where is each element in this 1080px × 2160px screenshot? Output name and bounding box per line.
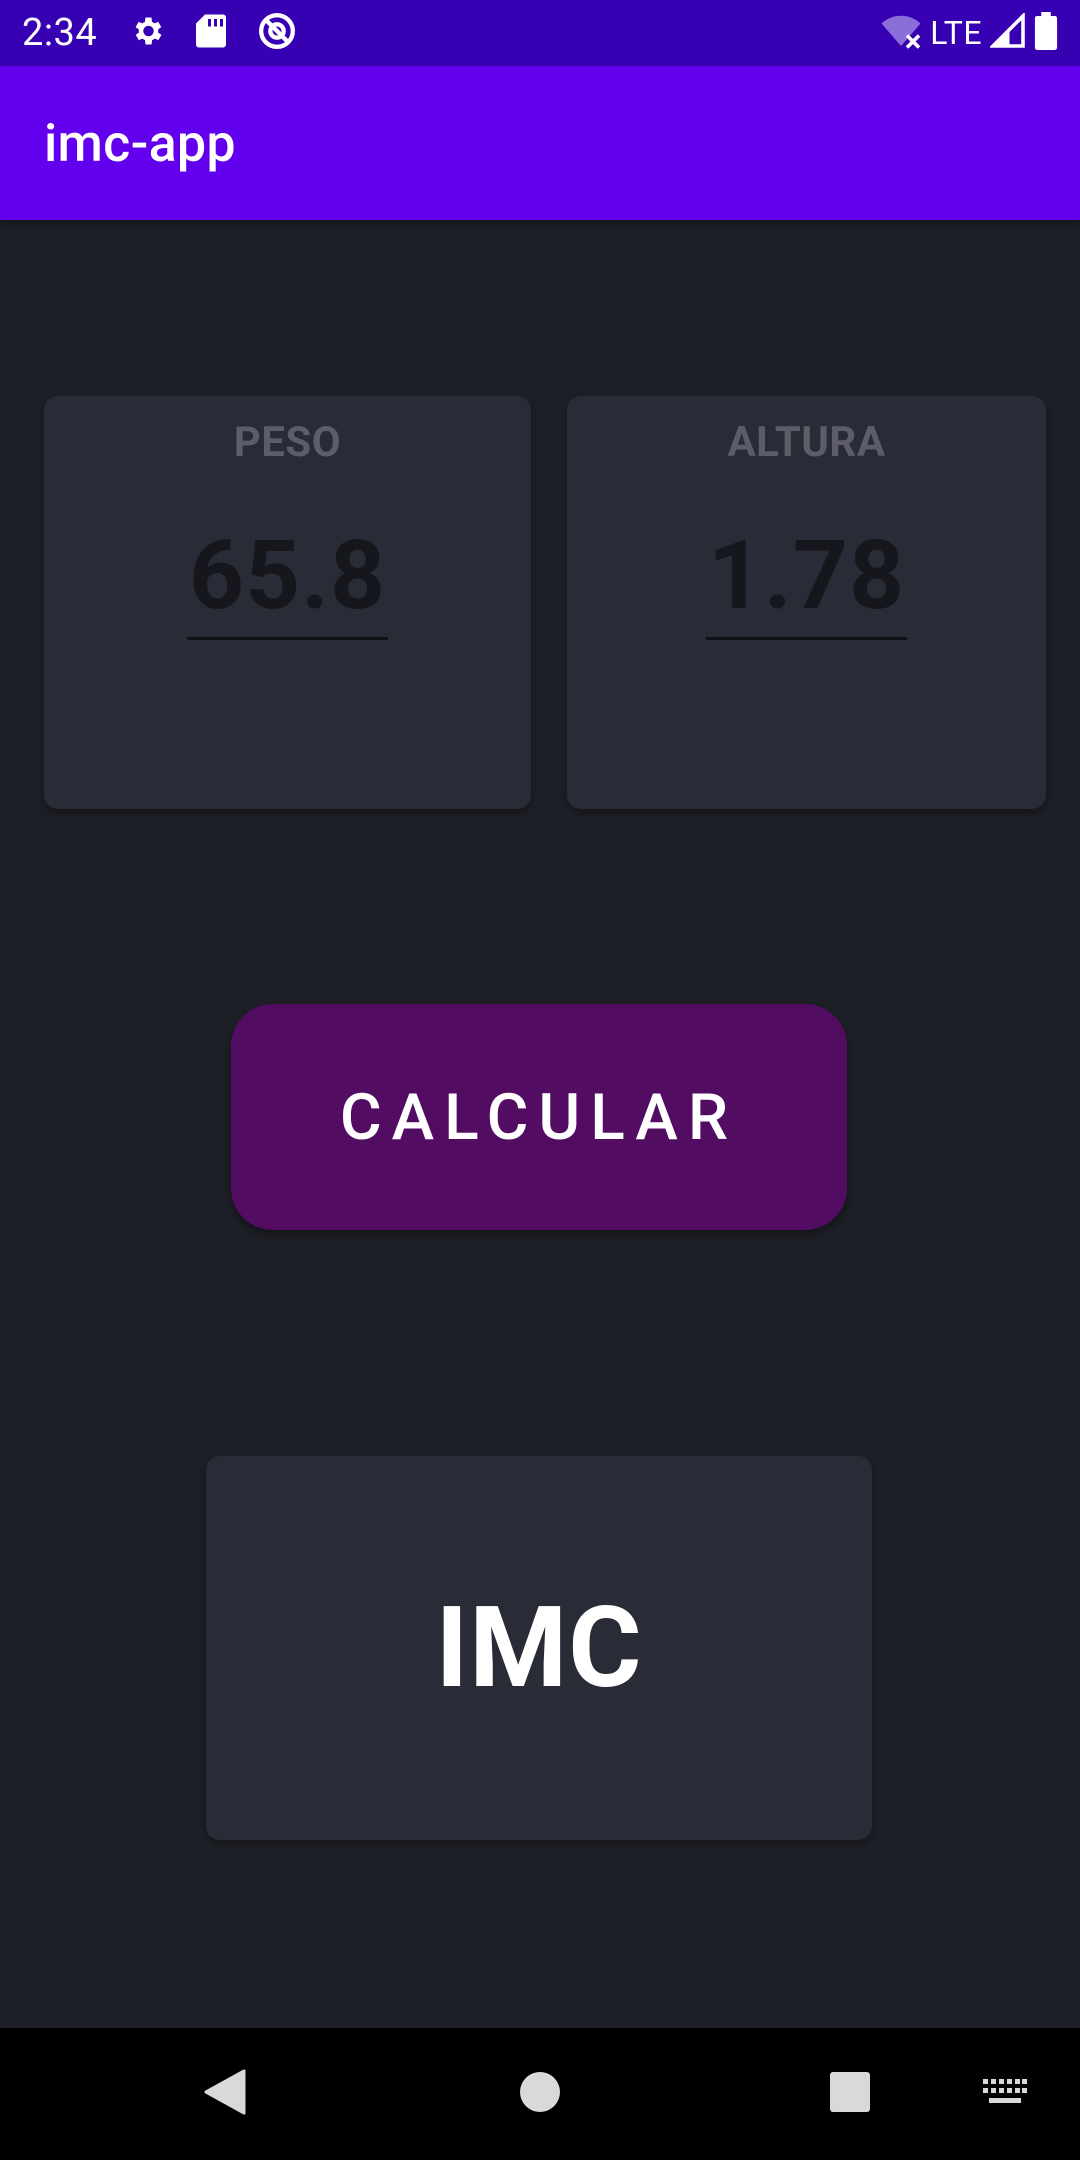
keyboard-switch-button[interactable] (970, 2028, 1040, 2160)
result-card: IMC (206, 1456, 872, 1840)
back-button[interactable] (180, 2028, 270, 2160)
battery-icon (1034, 12, 1058, 54)
peso-input-wrapper: 65.8 (44, 526, 531, 640)
back-icon (204, 2069, 246, 2119)
calcular-button-label: CALCULAR (339, 1079, 739, 1155)
signal-icon (988, 11, 1026, 53)
result-text: IMC (435, 1582, 643, 1714)
home-button[interactable] (495, 2028, 585, 2160)
sd-card-icon (195, 13, 227, 53)
network-type-label: LTE (930, 14, 982, 52)
peso-card: PESO 65.8 (44, 396, 531, 809)
status-bar: 2:34 LTE (0, 0, 1080, 66)
status-notification-icons (129, 11, 297, 55)
recents-icon (829, 2071, 871, 2117)
status-system-icons: LTE (880, 11, 1058, 54)
peso-input[interactable]: 65.8 (186, 526, 389, 640)
status-time: 2:34 (22, 11, 98, 55)
keyboard-icon (983, 2079, 1027, 2109)
calcular-button[interactable]: CALCULAR (231, 1004, 847, 1230)
peso-label: PESO (233, 418, 342, 467)
app-title: imc-app (44, 112, 236, 174)
app-bar: imc-app (0, 66, 1080, 220)
altura-input-wrapper: 1.78 (567, 526, 1046, 640)
navigation-bar (0, 2028, 1080, 2160)
altura-label: ALTURA (727, 418, 886, 467)
altura-input[interactable]: 1.78 (705, 526, 908, 640)
home-icon (519, 2071, 561, 2117)
wifi-off-icon (880, 13, 922, 53)
do-not-disturb-icon (257, 11, 297, 55)
recents-button[interactable] (805, 2028, 895, 2160)
gear-icon (129, 13, 165, 53)
altura-card: ALTURA 1.78 (567, 396, 1046, 809)
